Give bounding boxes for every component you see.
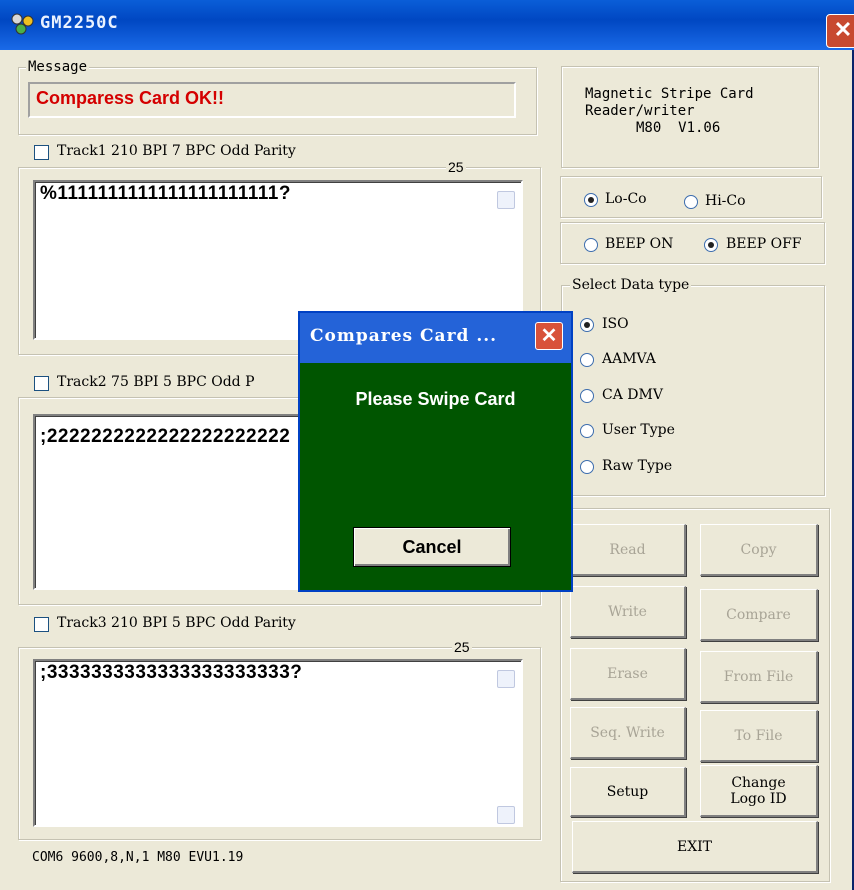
lo-co-radio[interactable] xyxy=(584,193,598,207)
info-line-2: Reader/writer xyxy=(585,103,695,119)
info-line-1: Magnetic Stripe Card xyxy=(585,86,754,102)
datatype-raw-label[interactable]: Raw Type xyxy=(602,458,672,474)
title-bar[interactable] xyxy=(0,0,854,50)
track1-checkbox[interactable] xyxy=(34,145,49,160)
track3-data: ;3333333333333333333333? xyxy=(40,662,303,683)
close-icon[interactable]: ✕ xyxy=(826,14,854,48)
erase-button[interactable]: Erase xyxy=(570,648,686,700)
seq-write-button[interactable]: Seq. Write xyxy=(570,707,686,759)
datatype-cadmv-radio[interactable] xyxy=(580,389,594,403)
track3-scroll-up[interactable] xyxy=(497,670,515,688)
track2-checkbox[interactable] xyxy=(34,376,49,391)
beep-on-radio[interactable] xyxy=(584,238,598,252)
window-title: GM2250C xyxy=(40,13,119,33)
datatype-iso-radio[interactable] xyxy=(580,318,594,332)
copy-button[interactable]: Copy xyxy=(700,524,818,576)
datatype-user-label[interactable]: User Type xyxy=(602,422,675,438)
datatype-user-radio[interactable] xyxy=(580,424,594,438)
lo-co-label[interactable]: Lo-Co xyxy=(605,191,647,207)
info-line-3: M80 V1.06 xyxy=(636,120,721,136)
datatype-raw-radio[interactable] xyxy=(580,460,594,474)
dialog-message: Please Swipe Card xyxy=(355,389,516,409)
dialog-close-icon[interactable]: ✕ xyxy=(535,322,563,350)
change-logo-label-1: Change xyxy=(731,774,786,791)
track3-label: Track3 210 BPI 5 BPC Odd Parity xyxy=(57,615,296,631)
datatype-group xyxy=(561,285,825,496)
datatype-aamva-label[interactable]: AAMVA xyxy=(602,351,656,367)
beep-on-label[interactable]: BEEP ON xyxy=(605,236,673,252)
track1-data: %1111111111111111111111? xyxy=(40,183,291,204)
hi-co-label[interactable]: Hi-Co xyxy=(705,193,746,209)
hi-co-radio[interactable] xyxy=(684,195,698,209)
exit-button[interactable]: EXIT xyxy=(572,821,818,873)
datatype-legend: Select Data type xyxy=(570,277,692,293)
to-file-button[interactable]: To File xyxy=(700,710,818,762)
datatype-cadmv-label[interactable]: CA DMV xyxy=(602,387,663,403)
track1-scroll-up[interactable] xyxy=(497,191,515,209)
track2-data: ;2222222222222222222222 xyxy=(40,426,291,447)
change-logo-label-2: Logo ID xyxy=(730,790,787,807)
message-legend: Message xyxy=(26,59,90,75)
dialog-title: Compares Card ... xyxy=(310,326,498,346)
cancel-button[interactable]: Cancel xyxy=(353,527,511,567)
from-file-button[interactable]: From File xyxy=(700,651,818,703)
track1-label: Track1 210 BPI 7 BPC Odd Parity xyxy=(57,143,296,159)
read-button[interactable]: Read xyxy=(570,524,686,576)
app-icon xyxy=(11,13,34,35)
datatype-aamva-radio[interactable] xyxy=(580,353,594,367)
compare-button[interactable]: Compare xyxy=(700,589,818,641)
track2-label: Track2 75 BPI 5 BPC Odd P xyxy=(57,374,255,390)
change-logo-button[interactable]: Change Logo ID xyxy=(700,765,818,817)
status-text: COM6 9600,8,N,1 M80 EVU1.19 xyxy=(32,850,244,865)
track3-checkbox[interactable] xyxy=(34,617,49,632)
setup-button[interactable]: Setup xyxy=(570,767,686,817)
track1-count: 25 xyxy=(446,159,466,175)
datatype-iso-label[interactable]: ISO xyxy=(602,316,629,332)
beep-off-label[interactable]: BEEP OFF xyxy=(726,236,802,252)
write-button[interactable]: Write xyxy=(570,586,686,638)
track3-scroll-down[interactable] xyxy=(497,806,515,824)
message-text: Comparess Card OK!! xyxy=(36,88,225,108)
beep-off-radio[interactable] xyxy=(704,238,718,252)
track3-textarea[interactable] xyxy=(33,659,523,827)
track3-count: 25 xyxy=(452,639,472,655)
